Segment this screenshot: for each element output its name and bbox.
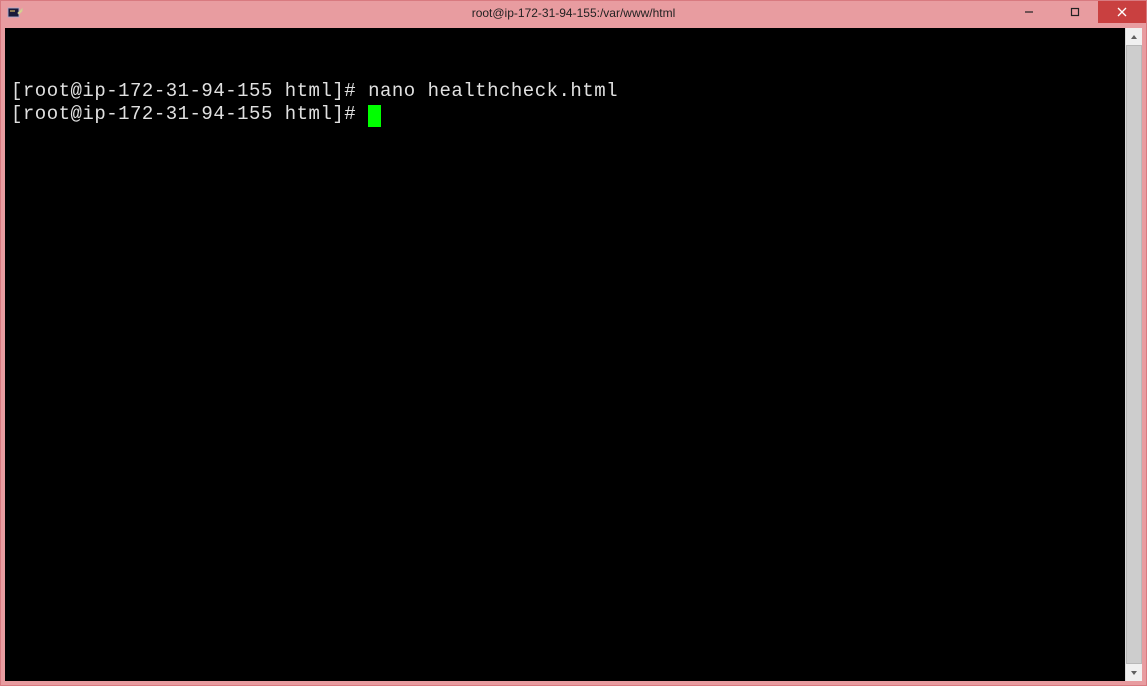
shell-prompt: [root@ip-172-31-94-155 html]# — [11, 80, 368, 102]
titlebar[interactable]: root@ip-172-31-94-155:/var/www/html — [1, 1, 1146, 25]
scroll-track[interactable] — [1126, 45, 1142, 664]
vertical-scrollbar[interactable] — [1125, 28, 1142, 681]
terminal[interactable]: [root@ip-172-31-94-155 html]# nano healt… — [5, 28, 1125, 681]
content-area: [root@ip-172-31-94-155 html]# nano healt… — [1, 25, 1146, 685]
window-title: root@ip-172-31-94-155:/var/www/html — [472, 6, 676, 20]
application-window: root@ip-172-31-94-155:/var/www/html [roo… — [0, 0, 1147, 686]
window-controls — [1006, 1, 1146, 23]
terminal-container: [root@ip-172-31-94-155 html]# nano healt… — [5, 28, 1142, 681]
terminal-line: [root@ip-172-31-94-155 html]# — [11, 103, 1119, 127]
shell-command: nano healthcheck.html — [368, 80, 618, 102]
maximize-button[interactable] — [1052, 1, 1098, 23]
terminal-line: [root@ip-172-31-94-155 html]# nano healt… — [11, 80, 1119, 104]
scroll-down-button[interactable] — [1126, 664, 1142, 681]
close-button[interactable] — [1098, 1, 1146, 23]
scroll-up-button[interactable] — [1126, 28, 1142, 45]
shell-prompt: [root@ip-172-31-94-155 html]# — [11, 103, 368, 125]
terminal-cursor — [368, 105, 381, 127]
minimize-button[interactable] — [1006, 1, 1052, 23]
scroll-thumb[interactable] — [1126, 45, 1142, 664]
putty-icon — [7, 5, 23, 21]
